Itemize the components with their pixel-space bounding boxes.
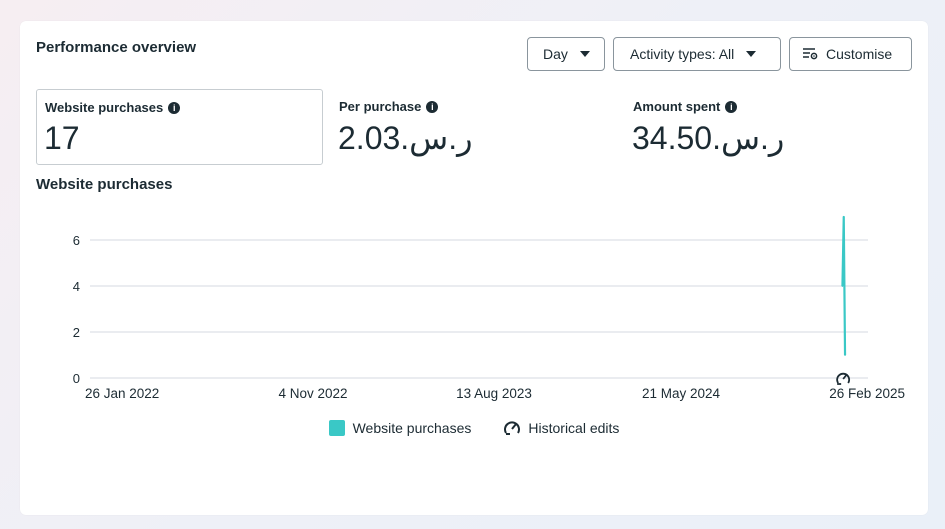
legend-item-website-purchases[interactable]: Website purchases — [328, 420, 472, 436]
x-tick-label: 13 Aug 2023 — [456, 386, 532, 401]
x-tick-label: 4 Nov 2022 — [278, 386, 347, 401]
legend-swatch — [328, 420, 345, 436]
legend-item-historical-edits[interactable]: Historical edits — [503, 420, 619, 436]
y-tick-label: 0 — [73, 371, 80, 386]
historical-edit-marker — [836, 372, 851, 385]
legend-label: Historical edits — [528, 420, 620, 436]
y-tick-label: 6 — [73, 233, 80, 248]
data-point — [842, 216, 845, 218]
x-tick-label: 21 May 2024 — [642, 386, 721, 401]
data-point — [841, 285, 844, 287]
line-chart: 0 2 4 6 26 Jan 2022 4 Nov 2022 13 Aug 2023 21 M… — [73, 215, 905, 401]
chart-legend: Website purchases Historical edits — [20, 420, 928, 436]
y-tick-label: 4 — [73, 279, 80, 294]
data-point — [844, 354, 846, 356]
x-tick-label: 26 Feb 2025 — [829, 386, 905, 401]
y-tick-label: 2 — [73, 325, 80, 340]
legend-label: Website purchases — [352, 420, 472, 436]
historical-edit-icon — [503, 420, 521, 436]
x-tick-label: 26 Jan 2022 — [85, 386, 159, 401]
performance-card: Performance overview Day Activity types:… — [20, 21, 928, 515]
